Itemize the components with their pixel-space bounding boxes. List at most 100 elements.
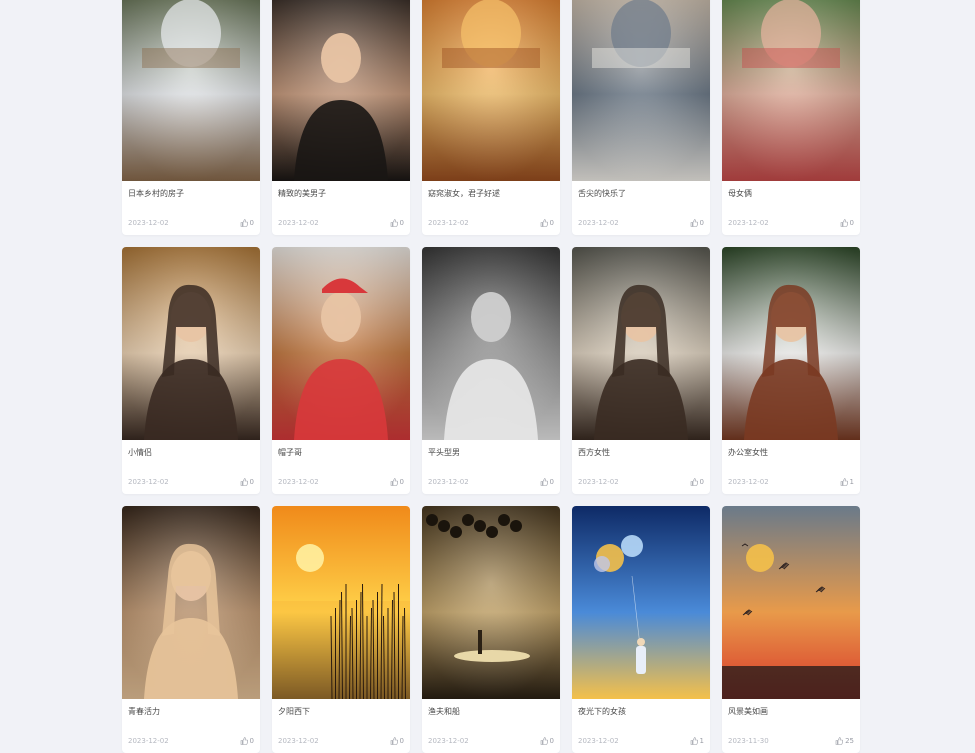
like-count: 0 [549,478,554,486]
like-button[interactable]: 0 [240,478,254,486]
card-title[interactable]: 帽子哥 [278,447,302,458]
like-button[interactable]: 0 [840,219,854,227]
thumbs-up-icon [540,478,548,486]
gallery-card-5[interactable]: 母女俩 2023-12-02 0 [722,0,860,235]
like-count: 0 [549,737,554,745]
card-title[interactable]: 青春活力 [128,706,160,717]
like-count: 0 [699,219,704,227]
card-thumbnail[interactable] [722,0,860,181]
card-title[interactable]: 夜光下的女孩 [578,706,626,717]
thumbs-up-icon [240,478,248,486]
card-date: 2023-12-02 [278,478,319,486]
thumbs-up-icon [690,219,698,227]
gallery-card-2[interactable]: 精致的美男子 2023-12-02 0 [272,0,410,235]
card-title[interactable]: 精致的美男子 [278,188,326,199]
like-button[interactable]: 0 [690,219,704,227]
card-thumbnail[interactable] [422,0,560,181]
couple-at-table-image [572,0,710,181]
like-button[interactable]: 25 [835,737,854,745]
card-thumbnail[interactable] [122,506,260,699]
card-thumbnail[interactable] [272,247,410,440]
like-button[interactable]: 0 [390,478,404,486]
like-button[interactable]: 1 [840,478,854,486]
like-button[interactable]: 0 [390,219,404,227]
card-title[interactable]: 办公室女性 [728,447,768,458]
card-thumbnail[interactable] [572,506,710,699]
thumbs-up-icon [540,737,548,745]
card-date: 2023-12-02 [428,737,469,745]
card-title[interactable]: 渔夫和船 [428,706,460,717]
gallery-card-1[interactable]: 日本乡村的房子 2023-12-02 0 [122,0,260,235]
thumbs-up-icon [240,219,248,227]
card-date: 2023-12-02 [128,737,169,745]
card-title[interactable]: 西方女性 [578,447,610,458]
card-thumbnail[interactable] [422,247,560,440]
gallery-card-7[interactable]: 帽子哥 2023-12-02 0 [272,247,410,494]
card-thumbnail[interactable] [572,0,710,181]
gallery-card-13[interactable]: 渔夫和船 2023-12-02 0 [422,506,560,753]
card-title[interactable]: 风景美如画 [728,706,768,717]
card-thumbnail[interactable] [272,506,410,699]
card-thumbnail[interactable] [422,506,560,699]
card-date: 2023-12-02 [578,478,619,486]
card-thumbnail[interactable] [722,506,860,699]
card-date: 2023-12-02 [428,219,469,227]
like-count: 0 [399,478,404,486]
thumbs-up-icon [840,478,848,486]
card-date: 2023-12-02 [728,478,769,486]
gallery-card-8[interactable]: 平头型男 2023-12-02 0 [422,247,560,494]
card-thumbnail[interactable] [272,0,410,181]
card-thumbnail[interactable] [722,247,860,440]
gallery-card-9[interactable]: 西方女性 2023-12-02 0 [572,247,710,494]
like-count: 0 [249,737,254,745]
card-title[interactable]: 舌尖的快乐了 [578,188,626,199]
card-date: 2023-12-02 [278,219,319,227]
sunset-reeds-image [272,506,410,699]
gallery-card-3[interactable]: 窈窕淑女，君子好逑 2023-12-02 0 [422,0,560,235]
woman-in-orange-dress-image [422,0,560,181]
card-title[interactable]: 小情侣 [128,447,152,458]
like-count: 0 [249,219,254,227]
like-count: 0 [249,478,254,486]
card-title[interactable]: 夕阳西下 [278,706,310,717]
gallery-card-10[interactable]: 办公室女性 2023-12-02 1 [722,247,860,494]
gallery-card-12[interactable]: 夕阳西下 2023-12-02 0 [272,506,410,753]
woman-white-shirt-image [722,247,860,440]
card-date: 2023-12-02 [578,737,619,745]
like-button[interactable]: 0 [540,219,554,227]
woman-stone-wall-image [572,247,710,440]
like-button[interactable]: 0 [390,737,404,745]
card-title[interactable]: 母女俩 [728,188,752,199]
card-thumbnail[interactable] [122,247,260,440]
card-title[interactable]: 平头型男 [428,447,460,458]
thumbs-up-icon [390,219,398,227]
like-button[interactable]: 0 [540,478,554,486]
thumbs-up-icon [835,737,844,745]
card-date: 2023-12-02 [728,219,769,227]
like-button[interactable]: 0 [240,219,254,227]
sunset-birds-sky-image [722,506,860,699]
like-button[interactable]: 0 [690,478,704,486]
card-title[interactable]: 窈窕淑女，君子好逑 [428,188,500,199]
like-button[interactable]: 0 [540,737,554,745]
card-thumbnail[interactable] [572,247,710,440]
like-count: 0 [399,219,404,227]
gallery-card-15[interactable]: 风景美如画 2023-11-30 25 [722,506,860,753]
gallery-card-4[interactable]: 舌尖的快乐了 2023-12-02 0 [572,0,710,235]
fisherman-boat-image [422,506,560,699]
like-button[interactable]: 0 [240,737,254,745]
gallery-card-6[interactable]: 小情侣 2023-12-02 0 [122,247,260,494]
gallery-card-14[interactable]: 夜光下的女孩 2023-12-02 1 [572,506,710,753]
card-title[interactable]: 日本乡村的房子 [128,188,184,199]
thumbs-up-icon [390,737,398,745]
thumbs-up-icon [240,737,248,745]
like-button[interactable]: 1 [690,737,704,745]
thumbs-up-icon [840,219,848,227]
gallery-card-11[interactable]: 青春活力 2023-12-02 0 [122,506,260,753]
woman-hair-closeup-image [122,506,260,699]
card-date: 2023-11-30 [728,737,769,745]
thumbs-up-icon [690,478,698,486]
girl-planets-night-image [572,506,710,699]
card-thumbnail[interactable] [122,0,260,181]
card-date: 2023-12-02 [428,478,469,486]
